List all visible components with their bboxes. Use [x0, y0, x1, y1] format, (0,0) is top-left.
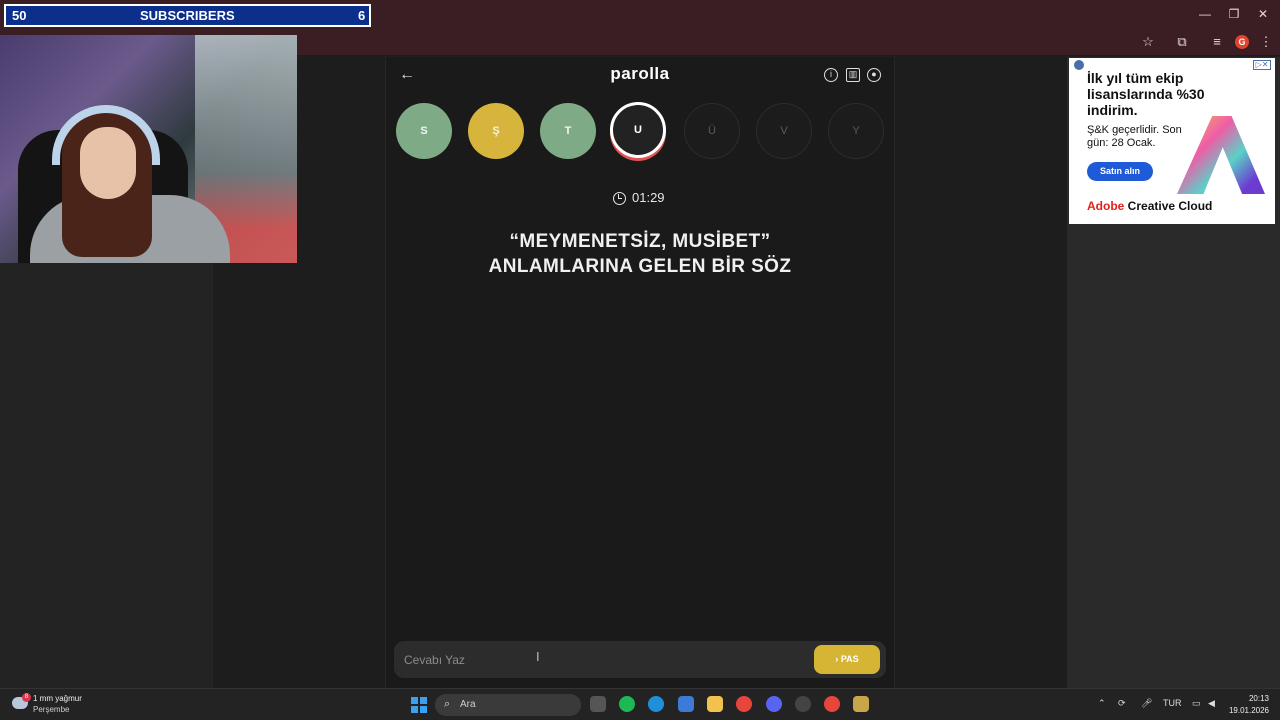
- letter-circle-uu[interactable]: Ü: [684, 103, 740, 159]
- task-view-icon[interactable]: [590, 696, 606, 712]
- adobe-ad-banner[interactable]: ▷✕ İlk yıl tüm ekip lisanslarında %30 in…: [1069, 58, 1275, 224]
- letter-wheel: S Ş T U Ü V Y: [396, 102, 886, 161]
- search-icon: ⌕: [444, 698, 451, 710]
- chrome-active-icon[interactable]: [824, 696, 840, 712]
- chevron-up-icon[interactable]: ⌃: [1098, 698, 1106, 709]
- profile-icon[interactable]: ●: [867, 68, 881, 82]
- edge-icon[interactable]: [648, 696, 664, 712]
- weather-text[interactable]: 1 mm yağmur: [33, 694, 82, 703]
- ad-headline: İlk yıl tüm ekip lisanslarında %30 indir…: [1087, 70, 1205, 118]
- letter-circle-u-active[interactable]: U: [610, 102, 666, 158]
- text-cursor-icon: I: [536, 649, 540, 664]
- timer-value: 01:29: [632, 190, 665, 205]
- subscriber-left-count: 50: [12, 8, 27, 23]
- weather-day[interactable]: Perşembe: [33, 705, 69, 714]
- search-placeholder: Ara: [460, 699, 476, 710]
- subscriber-label: SUBSCRIBERS: [140, 8, 235, 23]
- volume-icon[interactable]: ◀︎: [1208, 698, 1215, 709]
- answer-bar: I › PAS: [394, 641, 886, 678]
- subscriber-counter-overlay: 50 SUBSCRIBERS 6: [4, 4, 371, 27]
- close-button[interactable]: ✕: [1248, 4, 1278, 24]
- clock-time[interactable]: 20:13: [1245, 694, 1269, 703]
- chrome-icon[interactable]: [736, 696, 752, 712]
- back-arrow-icon[interactable]: ←: [398, 66, 416, 84]
- store-icon[interactable]: [678, 696, 694, 712]
- letter-circle-v[interactable]: V: [756, 103, 812, 159]
- star-icon[interactable]: ☆: [1138, 32, 1158, 52]
- minimize-button[interactable]: —: [1190, 4, 1220, 24]
- clock-date[interactable]: 19.01.2026: [1226, 706, 1269, 715]
- ad-brand-product: Creative Cloud: [1124, 199, 1213, 213]
- question-text: “MEYMENETSİZ, MUSİBET” ANLAMLARINA GELEN…: [420, 229, 860, 279]
- windows-start-icon[interactable]: [411, 697, 427, 713]
- puzzle-icon[interactable]: ⧉: [1172, 32, 1192, 52]
- headset-icon: [52, 105, 160, 165]
- discord-icon[interactable]: [766, 696, 782, 712]
- adobe-a-artwork-icon: [1177, 116, 1265, 194]
- webcam-feed: [0, 35, 297, 263]
- restore-button[interactable]: ❐: [1219, 4, 1249, 24]
- letter-circle-s[interactable]: S: [396, 103, 452, 159]
- chart-icon[interactable]: ▥: [846, 68, 860, 82]
- question-line-2: ANLAMLARINA GELEN BİR SÖZ: [488, 256, 792, 277]
- weather-badge: 8: [22, 693, 31, 702]
- clock-icon: [613, 192, 626, 205]
- steam-icon[interactable]: [795, 696, 811, 712]
- chevron-right-icon: ›: [835, 654, 839, 664]
- answer-input[interactable]: [404, 649, 794, 671]
- question-line-1: “MEYMENETSİZ, MUSİBET”: [509, 231, 771, 252]
- info-icon[interactable]: i: [824, 68, 838, 82]
- ad-subtext: Ş&K geçerlidir. Son gün: 28 Ocak.: [1087, 124, 1182, 149]
- avatar[interactable]: G: [1235, 35, 1249, 49]
- pass-button[interactable]: › PAS: [814, 645, 880, 674]
- timer: 01:29: [610, 190, 690, 208]
- league-icon[interactable]: [853, 696, 869, 712]
- letter-circle-y[interactable]: Y: [828, 103, 884, 159]
- subscriber-right-count: 6: [358, 8, 366, 23]
- network-icon[interactable]: ▭: [1192, 698, 1201, 709]
- left-empty-pane: [0, 263, 213, 688]
- pass-button-label: PAS: [840, 654, 859, 664]
- ad-info-icon[interactable]: [1074, 60, 1084, 70]
- microphone-icon[interactable]: 🎤︎: [1141, 698, 1152, 709]
- language-indicator[interactable]: TUR: [1163, 698, 1182, 708]
- letter-circle-sh[interactable]: Ş: [468, 103, 524, 159]
- page-title: parolla: [610, 64, 670, 83]
- ad-brand-adobe: Adobe: [1087, 199, 1125, 213]
- folder-icon[interactable]: [707, 696, 723, 712]
- kebab-icon[interactable]: ⋮: [1256, 32, 1276, 52]
- ad-buy-button[interactable]: Satın alın: [1087, 162, 1153, 181]
- sync-icon[interactable]: ⟳: [1118, 698, 1126, 709]
- media-icon[interactable]: ≡: [1207, 32, 1227, 52]
- ad-close-icon[interactable]: ▷✕: [1253, 60, 1271, 70]
- ad-brand: Adobe Creative Cloud: [1087, 199, 1212, 213]
- taskbar-search[interactable]: ⌕ Ara: [435, 694, 581, 716]
- windows-taskbar: 8 1 mm yağmur Perşembe ⌕ Ara ⌃ ⟳ 🎤︎ TUR …: [0, 688, 1280, 720]
- letter-circle-t[interactable]: T: [540, 103, 596, 159]
- spotify-icon[interactable]: [619, 696, 635, 712]
